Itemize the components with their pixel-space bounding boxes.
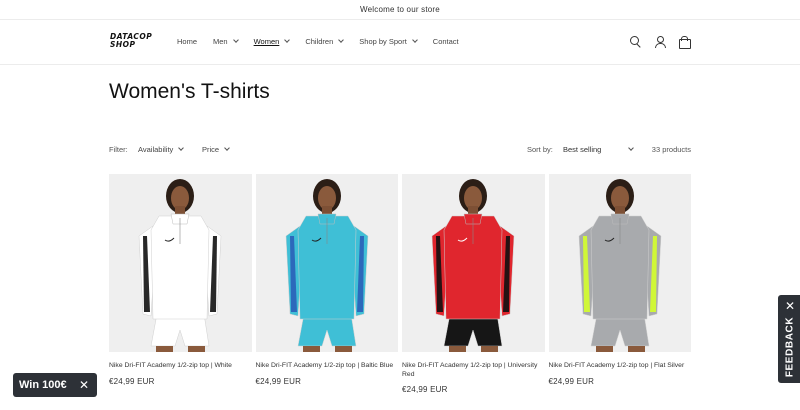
- nav-label: Home: [177, 37, 198, 46]
- product-card[interactable]: Nike Dri-FIT Academy 1/2-zip top | Flat …: [548, 174, 692, 394]
- product-image[interactable]: [548, 174, 691, 352]
- logo-line-2: SHOP: [110, 40, 136, 49]
- price-filter[interactable]: Price: [202, 145, 230, 154]
- product-title[interactable]: Nike Dri-FIT Academy 1/2-zip top | Flat …: [549, 362, 692, 371]
- close-icon[interactable]: ✕: [79, 379, 89, 391]
- chevron-down-icon: [338, 37, 345, 43]
- product-image[interactable]: [255, 174, 398, 352]
- sort-value: Best selling: [563, 145, 602, 154]
- product-title[interactable]: Nike Dri-FIT Academy 1/2-zip top | Balti…: [256, 362, 399, 371]
- promo-label[interactable]: Win 100€: [19, 379, 67, 391]
- announcement-text: Welcome to our store: [360, 5, 440, 14]
- product-grid: Nike Dri-FIT Academy 1/2-zip top | White…: [109, 174, 691, 394]
- product-card[interactable]: Nike Dri-FIT Academy 1/2-zip top | Unive…: [402, 174, 545, 394]
- nav-contact[interactable]: Contact: [433, 37, 459, 46]
- product-image[interactable]: [402, 174, 545, 352]
- nav-label: Women: [253, 37, 280, 46]
- product-card[interactable]: Nike Dri-FIT Academy 1/2-zip top | White…: [109, 174, 252, 394]
- nav-home[interactable]: Home: [177, 37, 197, 46]
- availability-filter[interactable]: Availability: [138, 145, 185, 154]
- filter-label: Filter:: [109, 145, 128, 154]
- product-title[interactable]: Nike Dri-FIT Academy 1/2-zip top | Unive…: [402, 362, 545, 379]
- nav-women[interactable]: Women: [253, 37, 291, 46]
- model-illustration: [138, 179, 222, 352]
- page-title: Women's T-shirts: [109, 80, 270, 103]
- nav-label: Children: [305, 37, 334, 46]
- product-card[interactable]: Nike Dri-FIT Academy 1/2-zip top | Balti…: [255, 174, 399, 394]
- nav-label: Men: [213, 37, 228, 46]
- model-illustration: [578, 179, 661, 352]
- chevron-down-icon: [224, 145, 230, 151]
- chevron-down-icon: [284, 37, 291, 43]
- product-image[interactable]: [109, 174, 252, 352]
- nav-children[interactable]: Children: [305, 37, 345, 46]
- availability-label: Availability: [138, 145, 174, 154]
- account-icon[interactable]: [654, 36, 666, 48]
- product-price: €24,99 EUR: [109, 376, 155, 386]
- promo-widget[interactable]: Win 100€ ✕: [13, 373, 97, 397]
- feedback-label[interactable]: FEEDBACK: [785, 317, 796, 377]
- chevron-down-icon: [232, 37, 239, 43]
- close-icon[interactable]: ✕: [778, 299, 800, 313]
- store-logo[interactable]: DATACOP SHOP: [110, 33, 156, 53]
- announcement-bar: Welcome to our store: [0, 0, 800, 20]
- cart-icon[interactable]: [678, 36, 691, 49]
- nav-label: Contact: [432, 37, 459, 46]
- price-label: Price: [202, 145, 220, 154]
- chevron-down-icon: [628, 145, 634, 151]
- chevron-down-icon: [178, 145, 185, 151]
- sort-label: Sort by:: [527, 145, 553, 154]
- product-count: 33 products: [651, 145, 691, 154]
- product-price: €24,99 EUR: [548, 376, 595, 386]
- feedback-tab[interactable]: ✕ FEEDBACK: [778, 295, 800, 383]
- nav-shop-by-sport[interactable]: Shop by Sport: [359, 37, 418, 46]
- nav-men[interactable]: Men: [213, 37, 239, 46]
- sort-select[interactable]: Best selling: [563, 145, 634, 154]
- model-illustration: [285, 179, 368, 352]
- product-title[interactable]: Nike Dri-FIT Academy 1/2-zip top | White: [109, 362, 252, 371]
- header-icons: [630, 36, 691, 49]
- filter-bar: Filter: Availability Price Sort by: Best…: [109, 145, 691, 157]
- main-nav: Home Men Women Children Shop by Sport Co…: [177, 37, 475, 46]
- product-price: €24,99 EUR: [402, 385, 448, 394]
- site-header: DATACOP SHOP Home Men Women Children Sho…: [0, 21, 800, 65]
- chevron-down-icon: [411, 37, 418, 43]
- search-icon[interactable]: [630, 36, 642, 48]
- nav-label: Shop by Sport: [359, 37, 407, 46]
- product-price: €24,99 EUR: [255, 376, 302, 386]
- model-illustration: [431, 179, 515, 352]
